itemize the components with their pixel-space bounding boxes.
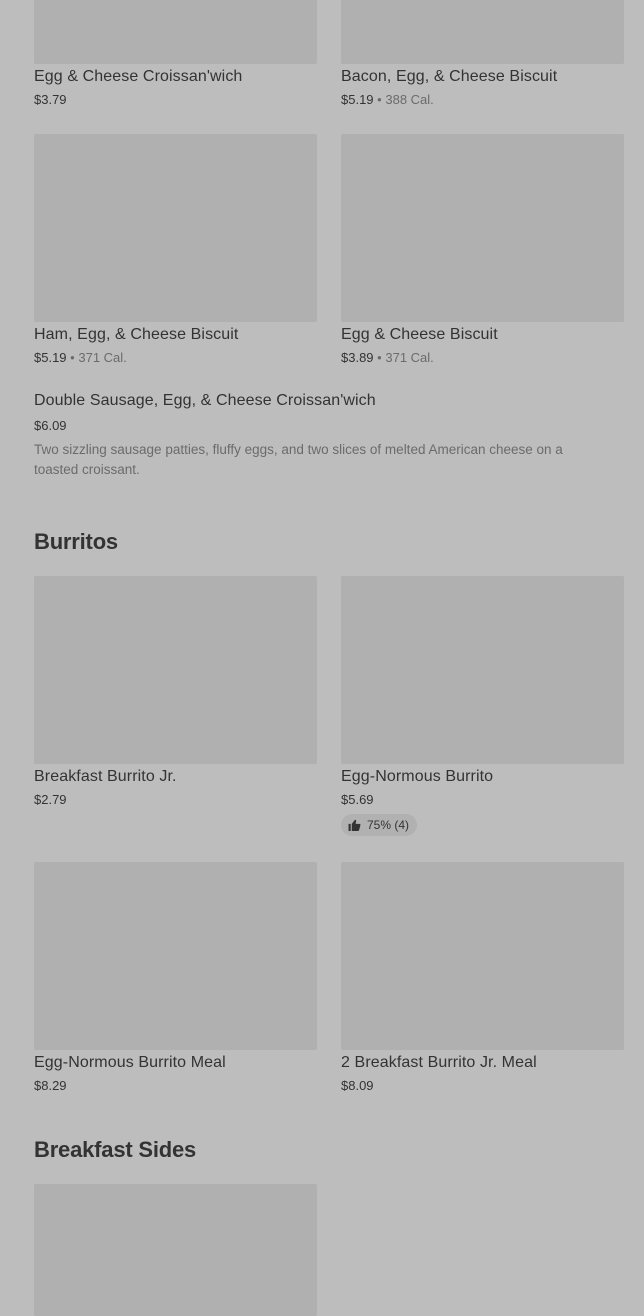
item-name: Egg & Cheese Biscuit [341, 326, 498, 343]
menu-item-double-sausage-croissanwich[interactable]: Double Sausage, Egg, & Cheese Croissan'w… [0, 388, 644, 488]
rating-badge: 75% (4) [341, 814, 418, 836]
item-image [341, 862, 624, 1050]
item-price: $3.79 [34, 92, 67, 107]
item-description: Two sizzling sausage patties, fluffy egg… [34, 442, 563, 477]
section-title-burritos: Burritos [34, 529, 118, 554]
rating-text: 75% (4) [367, 818, 410, 832]
item-image [341, 0, 624, 64]
section-title-breakfast-sides: Breakfast Sides [34, 1137, 197, 1162]
item-image [34, 0, 317, 64]
item-price-value: $3.89 [341, 350, 374, 365]
item-name: Bacon, Egg, & Cheese Biscuit [341, 68, 558, 85]
item-price-value: $5.19 [34, 350, 67, 365]
separator-dot: • [70, 350, 75, 365]
item-price-calories: $3.89 • 371 Cal. [341, 350, 434, 365]
item-price: $2.79 [34, 792, 67, 807]
item-price-value: $3.79 [34, 92, 67, 107]
item-image [34, 1184, 317, 1316]
item-image [34, 134, 317, 322]
separator-dot: • [377, 350, 382, 365]
item-price: $8.09 [341, 1078, 374, 1093]
item-name: Ham, Egg, & Cheese Biscuit [34, 326, 239, 343]
item-price: $8.29 [34, 1078, 67, 1093]
separator-dot: • [377, 92, 382, 107]
item-name: Egg-Normous Burrito Meal [34, 1054, 226, 1071]
item-name: 2 Breakfast Burrito Jr. Meal [341, 1054, 537, 1071]
item-price-calories: $5.19 • 388 Cal. [341, 92, 434, 107]
item-price-value: $5.19 [341, 92, 374, 107]
item-calories: 388 Cal. [385, 92, 434, 107]
item-price: $5.69 [341, 792, 374, 807]
item-calories: 371 Cal. [385, 350, 434, 365]
item-image [34, 862, 317, 1050]
item-price-calories: $5.19 • 371 Cal. [34, 350, 127, 365]
item-image [341, 134, 624, 322]
item-name: Double Sausage, Egg, & Cheese Croissan'w… [34, 392, 376, 409]
menu-page: Egg & Cheese Croissan'wich $3.79 Bacon, … [0, 0, 644, 1316]
item-name: Breakfast Burrito Jr. [34, 768, 177, 785]
item-price: $6.09 [34, 418, 67, 433]
thumbs-up-icon [348, 819, 361, 831]
item-calories: 371 Cal. [78, 350, 127, 365]
item-image [34, 576, 317, 764]
item-name: Egg-Normous Burrito [341, 768, 494, 785]
item-image [341, 576, 624, 764]
item-name: Egg & Cheese Croissan'wich [34, 68, 243, 85]
